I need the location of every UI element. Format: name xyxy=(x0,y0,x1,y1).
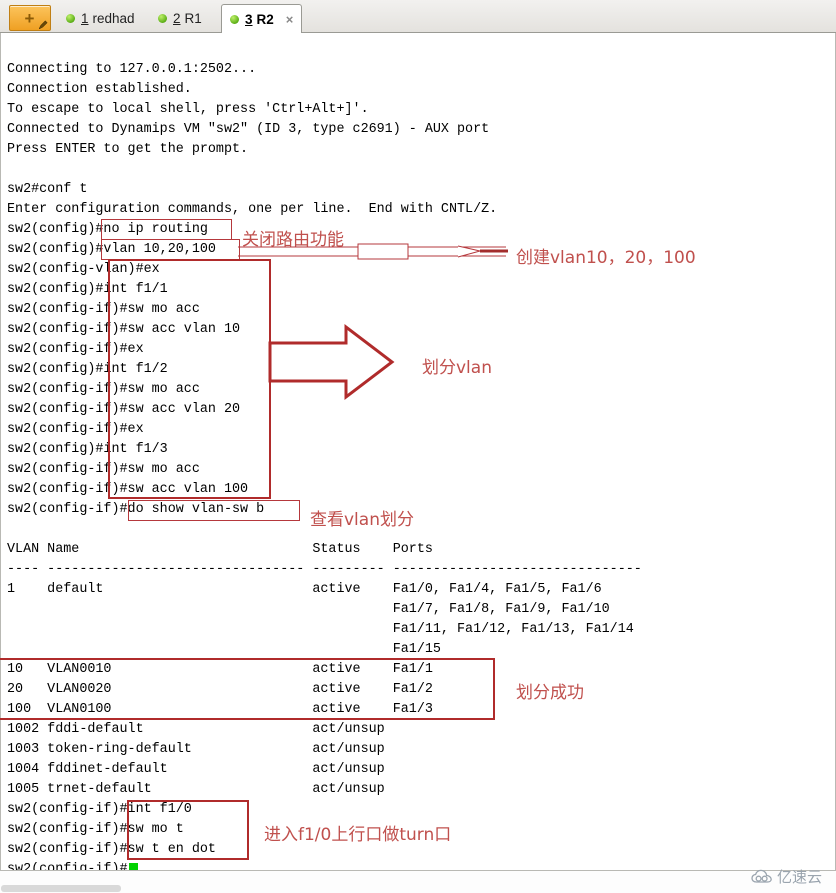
terminal-line: sw2(config)#int f1/2 xyxy=(7,362,168,377)
terminal-line: VLAN Name Status Ports xyxy=(7,542,433,557)
tab-number: 3 xyxy=(245,11,253,27)
terminal-line: sw2(config-if)#sw mo acc xyxy=(7,302,200,317)
terminal-line: Connecting to 127.0.0.1:2502... xyxy=(7,62,257,77)
cloud-icon xyxy=(751,869,772,883)
terminal-line: sw2(config-if)#ex xyxy=(7,422,144,437)
tab-number: 2 xyxy=(173,11,181,26)
close-icon[interactable]: × xyxy=(286,13,294,26)
terminal-line: Fa1/15 xyxy=(7,642,441,657)
status-led-icon xyxy=(158,14,167,23)
terminal-line: sw2(config-if)#sw acc vlan 20 xyxy=(7,402,241,417)
pencil-icon xyxy=(39,20,48,29)
terminal-line: Connected to Dynamips VM "sw2" (ID 3, ty… xyxy=(7,122,490,137)
terminal-line: sw2#conf t xyxy=(7,182,88,197)
text-cursor xyxy=(128,863,138,870)
watermark: 亿速云 xyxy=(751,866,822,887)
terminal-line: sw2(config-if)#sw mo acc xyxy=(7,382,200,397)
terminal-line: 1002 fddi-default act/unsup xyxy=(7,722,385,737)
terminal-line: 10 VLAN0010 active Fa1/1 xyxy=(7,662,433,677)
terminal-line: Fa1/7, Fa1/8, Fa1/9, Fa1/10 xyxy=(7,602,610,617)
terminal-line: sw2(config-if)# xyxy=(7,862,128,871)
terminal-line: Press ENTER to get the prompt. xyxy=(7,142,249,157)
terminal-line: 1004 fddinet-default act/unsup xyxy=(7,762,385,777)
status-led-icon xyxy=(230,14,239,24)
tab-number: 1 xyxy=(81,11,89,26)
terminal-line: sw2(config)#int f1/1 xyxy=(7,282,168,297)
terminal-console[interactable]: Connecting to 127.0.0.1:2502... Connectio… xyxy=(0,33,836,871)
terminal-line: To escape to local shell, press 'Ctrl+Al… xyxy=(7,102,369,117)
horizontal-scrollbar[interactable] xyxy=(1,885,121,892)
tab-r2[interactable]: 3 R2 × xyxy=(221,4,303,33)
new-tab-button[interactable]: + xyxy=(9,5,51,31)
terminal-line: ---- -------------------------------- --… xyxy=(7,562,642,577)
terminal-line: 1005 trnet-default act/unsup xyxy=(7,782,385,797)
tab-label: redhad xyxy=(92,11,135,26)
tab-bar: + 1 redhad 2 R1 3 R2 × xyxy=(0,0,836,33)
terminal-line: sw2(config)#vlan 10,20,100 xyxy=(7,242,216,257)
plus-icon: + xyxy=(24,9,35,28)
status-led-icon xyxy=(66,14,75,23)
terminal-line: 100 VLAN0100 active Fa1/3 xyxy=(7,702,433,717)
terminal-line: sw2(config-if)#int f1/0 xyxy=(7,802,192,817)
terminal-line: 1003 token-ring-default act/unsup xyxy=(7,742,385,757)
terminal-line: sw2(config-if)#sw t en dot xyxy=(7,842,216,857)
terminal-line: sw2(config-if)#sw acc vlan 10 xyxy=(7,322,241,337)
terminal-line: sw2(config-if)#sw mo t xyxy=(7,822,184,837)
tab-redhad[interactable]: 1 redhad xyxy=(58,4,143,33)
terminal-line: sw2(config-if)#sw mo acc xyxy=(7,462,200,477)
terminal-text-area: Connecting to 127.0.0.1:2502... Connectio… xyxy=(7,33,835,870)
terminal-line: sw2(config)#int f1/3 xyxy=(7,442,168,457)
terminal-line: Fa1/11, Fa1/12, Fa1/13, Fa1/14 xyxy=(7,622,634,637)
terminal-line: sw2(config-vlan)#ex xyxy=(7,262,160,277)
watermark-text: 亿速云 xyxy=(776,868,822,886)
terminal-line: sw2(config-if)#do show vlan-sw b xyxy=(7,502,265,517)
tab-label: R1 xyxy=(184,11,202,26)
bottom-bar: 亿速云 xyxy=(0,868,836,893)
terminal-line: Enter configuration commands, one per li… xyxy=(7,202,498,217)
terminal-line: sw2(config-if)#sw acc vlan 100 xyxy=(7,482,249,497)
terminal-line: sw2(config)#no ip routing xyxy=(7,222,208,237)
terminal-line: 20 VLAN0020 active Fa1/2 xyxy=(7,682,433,697)
tab-r1[interactable]: 2 R1 xyxy=(150,4,210,33)
terminal-line: 1 default active Fa1/0, Fa1/4, Fa1/5, Fa… xyxy=(7,582,602,597)
terminal-line: Connection established. xyxy=(7,82,192,97)
tab-label: R2 xyxy=(256,11,274,27)
terminal-line: sw2(config-if)#ex xyxy=(7,342,144,357)
